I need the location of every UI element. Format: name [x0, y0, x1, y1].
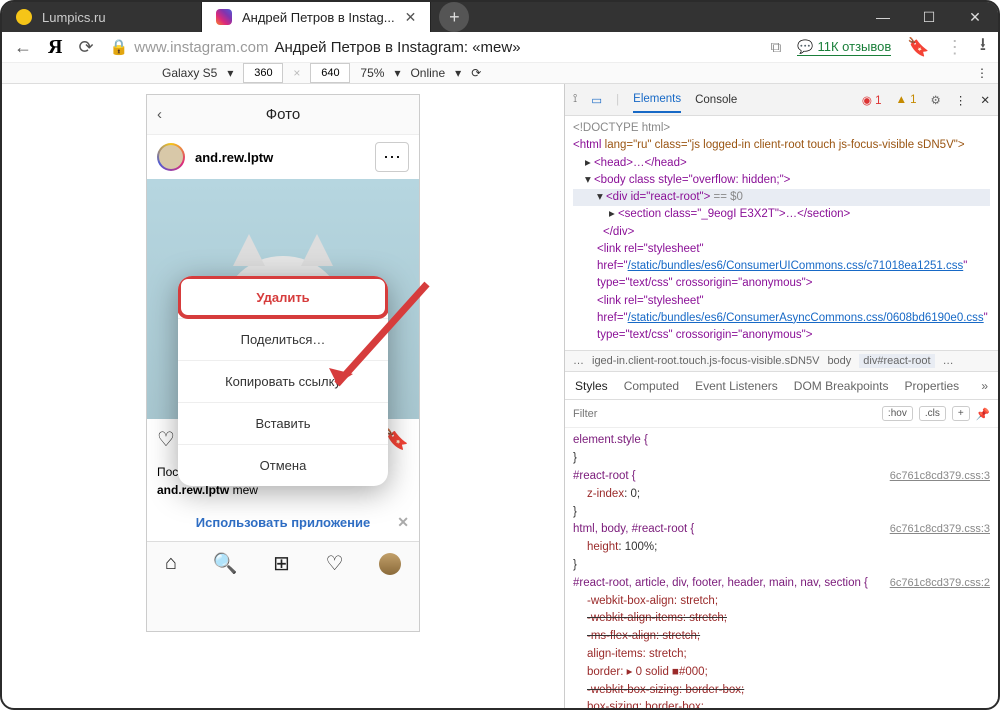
action-sheet-overlay: Удалить Поделиться… Копировать ссылку Вс…: [147, 95, 419, 631]
favicon-instagram: [216, 9, 232, 25]
pin-icon[interactable]: 📌: [976, 407, 990, 421]
back-icon[interactable]: ←: [14, 37, 32, 58]
styles-filter-input[interactable]: [573, 408, 876, 420]
menu-delete[interactable]: Удалить: [178, 276, 388, 318]
subtab-more-icon[interactable]: »: [981, 379, 988, 393]
zoom-select[interactable]: 75%: [360, 66, 384, 80]
inspect-icon[interactable]: ⟟: [573, 93, 577, 106]
hov-toggle[interactable]: :hov: [882, 406, 913, 421]
cls-toggle[interactable]: .cls: [919, 406, 946, 421]
settings-icon[interactable]: ⚙: [931, 93, 941, 107]
reviews-link[interactable]: 11К отзывов: [797, 39, 891, 56]
dim-sep: ×: [293, 66, 300, 80]
subtab-listeners[interactable]: Event Listeners: [695, 379, 778, 393]
dom-breadcrumb[interactable]: … iged-in.client-root.touch.js-focus-vis…: [565, 350, 998, 372]
subtab-props[interactable]: Properties: [904, 379, 959, 393]
lock-icon: 🔒: [110, 38, 129, 56]
tab-label: Андрей Петров в Instag...: [242, 10, 395, 25]
address-field[interactable]: 🔒 www.instagram.com Андрей Петров в Inst…: [110, 38, 782, 56]
menu-icon[interactable]: ⋮: [946, 37, 964, 58]
more-icon[interactable]: ⋮: [955, 93, 967, 107]
page-title: Андрей Петров в Instagram: «mew»: [274, 39, 520, 56]
mobile-preview: ‹ Фото and.rew.lptw ⋯ ♡ 💬 ✈ 🔖 Поставьте …: [146, 94, 420, 632]
close-devtools-icon[interactable]: ✕: [980, 93, 990, 107]
window-close[interactable]: ✕: [952, 2, 998, 32]
device-toggle-icon[interactable]: ▭: [591, 93, 602, 107]
subtab-computed[interactable]: Computed: [624, 379, 679, 393]
dom-doctype: <!DOCTYPE html>: [573, 120, 990, 137]
tab-lumpics[interactable]: Lumpics.ru: [2, 2, 202, 32]
close-tab-icon[interactable]: ✕: [405, 9, 417, 26]
subtab-dombp[interactable]: DOM Breakpoints: [794, 379, 889, 393]
yandex-logo[interactable]: Я: [48, 36, 62, 59]
menu-cancel[interactable]: Отмена: [178, 444, 388, 486]
error-count[interactable]: ◉ 1: [862, 93, 882, 107]
new-tab-button[interactable]: +: [439, 2, 469, 32]
tab-elements[interactable]: Elements: [633, 93, 681, 113]
device-height-input[interactable]: [310, 63, 350, 83]
toolbar-more-icon[interactable]: ⋮: [976, 66, 988, 80]
reload-icon[interactable]: ⟳: [78, 37, 93, 58]
menu-share[interactable]: Поделиться…: [178, 318, 388, 360]
action-sheet: Удалить Поделиться… Копировать ссылку Вс…: [178, 276, 388, 486]
url-host: www.instagram.com: [134, 39, 268, 56]
throttle-select[interactable]: Online: [410, 66, 445, 80]
copy-url-icon[interactable]: ⧉: [771, 39, 782, 56]
new-rule-button[interactable]: +: [952, 406, 970, 421]
tab-instagram[interactable]: Андрей Петров в Instag... ✕: [202, 2, 431, 32]
device-width-input[interactable]: [243, 63, 283, 83]
dom-tree[interactable]: <!DOCTYPE html> <html lang="ru" class="j…: [565, 116, 998, 350]
window-minimize[interactable]: ―: [860, 2, 906, 32]
menu-copy-link[interactable]: Копировать ссылку: [178, 360, 388, 402]
rotate-icon[interactable]: ⟳: [471, 66, 481, 80]
device-select[interactable]: Galaxy S5: [162, 66, 217, 80]
favicon-yandex: [16, 9, 32, 25]
subtab-styles[interactable]: Styles: [575, 379, 608, 393]
tab-console[interactable]: Console: [695, 94, 737, 106]
window-maximize[interactable]: ☐: [906, 2, 952, 32]
styles-pane[interactable]: element.style { } 6c761c8cd379.css:3#rea…: [565, 428, 998, 710]
warn-count[interactable]: ▲ 1: [896, 94, 917, 106]
menu-embed[interactable]: Вставить: [178, 402, 388, 444]
bookmark-icon[interactable]: 🔖: [907, 37, 929, 58]
downloads-icon[interactable]: ⭳: [980, 32, 986, 62]
tab-label: Lumpics.ru: [42, 10, 106, 25]
